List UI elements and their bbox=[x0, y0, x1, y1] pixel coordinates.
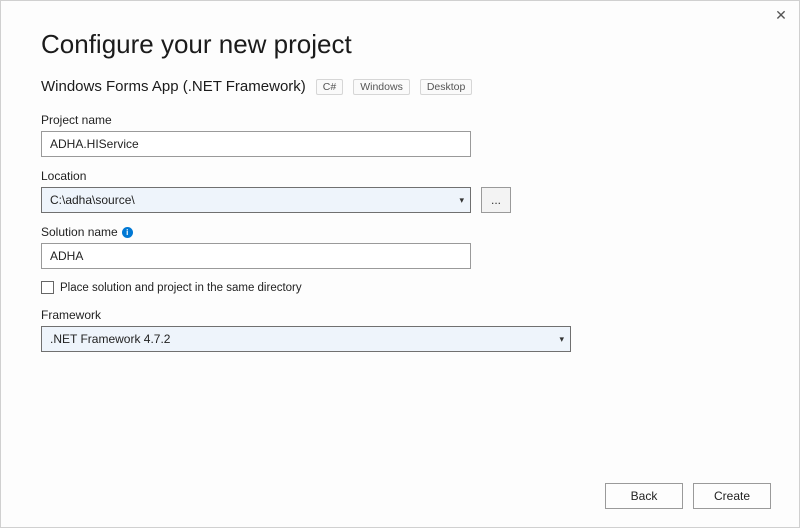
project-name-label: Project name bbox=[41, 113, 759, 127]
framework-combo[interactable]: .NET Framework 4.7.2 ▾ bbox=[41, 326, 571, 352]
close-icon: ✕ bbox=[775, 7, 787, 24]
location-field: Location C:\adha\source\ ▾ ... bbox=[41, 169, 759, 213]
location-label: Location bbox=[41, 169, 759, 183]
same-directory-row: Place solution and project in the same d… bbox=[41, 281, 759, 294]
dialog-body: Configure your new project Windows Forms… bbox=[1, 1, 799, 352]
footer: Back Create bbox=[605, 483, 771, 509]
tag-language: C# bbox=[316, 79, 343, 95]
solution-name-input[interactable] bbox=[41, 243, 471, 269]
same-directory-checkbox[interactable] bbox=[41, 281, 54, 294]
template-subhead: Windows Forms App (.NET Framework) C# Wi… bbox=[41, 78, 759, 95]
template-name: Windows Forms App (.NET Framework) bbox=[41, 78, 306, 95]
ellipsis-icon: ... bbox=[491, 193, 501, 207]
framework-label: Framework bbox=[41, 308, 759, 322]
chevron-down-icon: ▾ bbox=[559, 334, 564, 345]
tag-project-type: Desktop bbox=[420, 79, 473, 95]
solution-name-label: Solution name bbox=[41, 225, 118, 239]
location-value: C:\adha\source\ bbox=[50, 193, 135, 207]
info-icon[interactable]: i bbox=[122, 227, 133, 238]
close-button[interactable]: ✕ bbox=[773, 7, 789, 23]
same-directory-label: Place solution and project in the same d… bbox=[60, 282, 302, 294]
page-title: Configure your new project bbox=[41, 29, 759, 60]
chevron-down-icon: ▾ bbox=[459, 195, 464, 206]
tag-platform: Windows bbox=[353, 79, 410, 95]
browse-button[interactable]: ... bbox=[481, 187, 511, 213]
create-button[interactable]: Create bbox=[693, 483, 771, 509]
back-button[interactable]: Back bbox=[605, 483, 683, 509]
project-name-field: Project name bbox=[41, 113, 759, 157]
framework-value: .NET Framework 4.7.2 bbox=[50, 332, 170, 346]
location-combo[interactable]: C:\adha\source\ ▾ bbox=[41, 187, 471, 213]
framework-field: Framework .NET Framework 4.7.2 ▾ bbox=[41, 308, 759, 352]
solution-name-field: Solution name i bbox=[41, 225, 759, 269]
project-name-input[interactable] bbox=[41, 131, 471, 157]
